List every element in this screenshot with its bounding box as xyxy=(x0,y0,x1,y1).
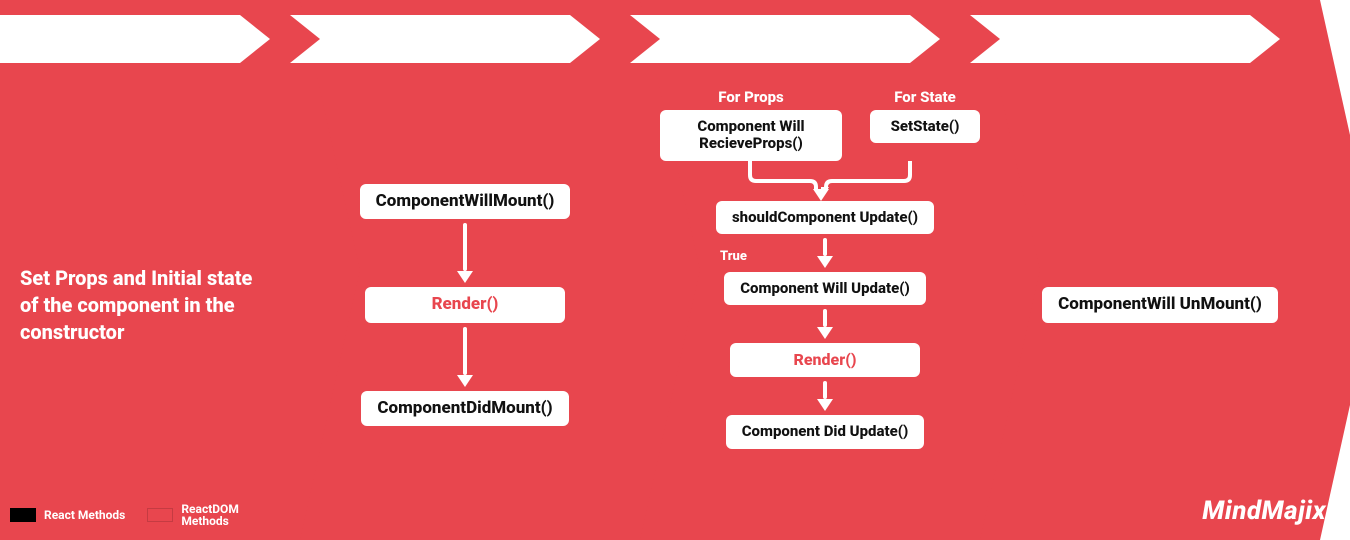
box-component-will-receive-props: Component Will RecieveProps() xyxy=(660,110,842,161)
arrow-merge-icon xyxy=(660,161,990,201)
box-should-component-update: shouldComponent Update() xyxy=(716,201,934,234)
mounting-content: ComponentWillMount() Render() ComponentD… xyxy=(345,80,585,530)
box-set-state: SetState() xyxy=(870,110,980,143)
legend-label-reactdom-methods: ReactDOM Methods xyxy=(181,503,271,528)
header-arrow-unmounting: Unmounting xyxy=(970,15,1280,63)
legend-item-reactdom-methods: ReactDOM Methods xyxy=(147,503,271,528)
legend-label-react-methods: React Methods xyxy=(44,509,125,522)
initialization-content: For Props Component Will RecieveProps() … xyxy=(660,88,990,449)
box-component-did-update: Component Did Update() xyxy=(726,415,925,448)
unmounting-content: ComponentWill UnMount() xyxy=(1040,80,1280,530)
box-component-will-update: Component Will Update() xyxy=(724,272,926,305)
header-arrow-updation: Updation xyxy=(0,15,270,63)
label-for-props: For Props xyxy=(718,88,784,106)
legend-item-react-methods: React Methods xyxy=(10,508,125,522)
brand-logo: MindMajix xyxy=(1202,496,1326,526)
legend: React Methods ReactDOM Methods xyxy=(10,503,271,528)
label-true: True xyxy=(720,249,747,264)
box-component-did-mount: ComponentDidMount() xyxy=(361,391,568,427)
updation-content: Set Props and Initial state of the compo… xyxy=(20,80,270,530)
box-render-mounting: Render() xyxy=(365,287,565,323)
box-component-will-unmount: ComponentWill UnMount() xyxy=(1042,287,1278,323)
header-arrow-initialization: Initialization xyxy=(630,15,940,63)
box-render-initialization: Render() xyxy=(730,343,920,377)
swatch-red-icon xyxy=(147,508,173,522)
label-for-state: For State xyxy=(894,88,956,106)
lifecycle-diagram: Unmounting Initialization Mounting Updat… xyxy=(0,0,1350,540)
swatch-black-icon xyxy=(10,508,36,522)
header-arrow-mounting: Mounting xyxy=(290,15,600,63)
box-component-will-mount: ComponentWillMount() xyxy=(360,184,571,220)
updation-description: Set Props and Initial state of the compo… xyxy=(20,265,270,346)
